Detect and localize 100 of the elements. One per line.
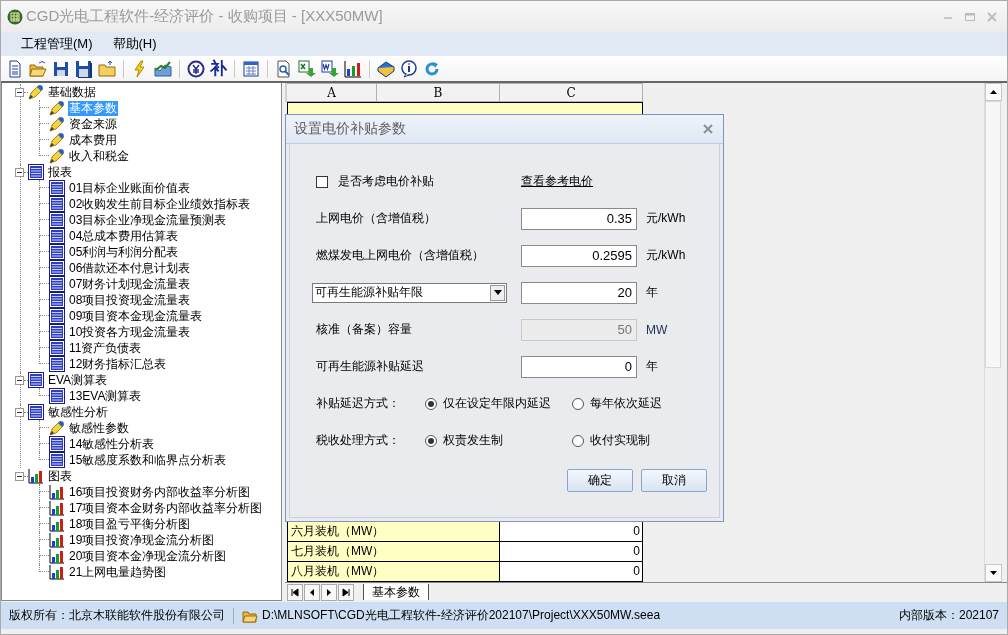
refresh-icon[interactable] [423, 59, 441, 78]
bar-chart-icon [49, 532, 65, 548]
scroll-down-icon[interactable] [985, 564, 1002, 582]
last-sheet-icon[interactable] [338, 583, 354, 601]
tree-item[interactable]: 19项目投资净现金流分析图 [68, 532, 216, 548]
first-sheet-icon[interactable] [287, 583, 303, 601]
input-field[interactable]: 0.35 [521, 207, 637, 230]
table-icon [49, 180, 65, 196]
menu-item[interactable]: 帮助(H) [112, 35, 157, 53]
radio-button[interactable] [572, 434, 584, 447]
tree-item[interactable]: 10投资各方现金流量表 [68, 324, 192, 340]
tree-item[interactable]: 09项目资本金现金流量表 [68, 308, 204, 324]
tree-item[interactable]: 07财务计划现金流量表 [68, 276, 192, 292]
tree-item[interactable]: 成本费用 [68, 132, 118, 148]
close-icon[interactable] [703, 124, 713, 134]
tree-item[interactable]: EVA测算表 [47, 372, 109, 388]
checkbox[interactable] [316, 175, 328, 188]
tree-item[interactable]: 16项目投资财务内部收益率分析图 [68, 484, 252, 500]
table-icon [49, 196, 65, 212]
tree-item[interactable]: 01目标企业账面价值表 [68, 180, 192, 196]
pencil-icon [28, 84, 44, 100]
table-cell: 0 [500, 522, 643, 542]
chart-arrow-icon[interactable] [154, 59, 172, 78]
folder-icon[interactable] [98, 59, 116, 78]
tree-item[interactable]: 17项目资本金财务内部收益率分析图 [68, 500, 264, 516]
tree-item[interactable]: 03目标企业净现金流量预测表 [68, 212, 228, 228]
magnifier-document-icon[interactable] [275, 59, 293, 78]
tree-item[interactable]: 05利润与利润分配表 [68, 244, 180, 260]
subsidy-button[interactable]: 补 [210, 59, 227, 78]
next-sheet-icon[interactable] [321, 583, 337, 601]
label-dropdown[interactable]: 可再生能源补贴年限 [312, 282, 507, 303]
document-icon[interactable] [6, 59, 24, 78]
input-field[interactable]: 20 [521, 281, 637, 304]
tree-item[interactable]: 04总成本费用估算表 [68, 228, 180, 244]
bar-chart-icon [49, 564, 65, 580]
collapse-toggle[interactable] [15, 407, 24, 417]
collapse-toggle[interactable] [15, 375, 24, 385]
yen-coin-icon[interactable] [187, 59, 205, 78]
bar-chart-icon [49, 500, 65, 516]
radio-button[interactable] [425, 434, 437, 447]
tree-item[interactable]: 12财务指标汇总表 [68, 356, 168, 372]
table-cell: 八月装机（MW） [287, 562, 500, 582]
tree-item[interactable]: 06借款还本付息计划表 [68, 260, 192, 276]
input-field[interactable]: 0.2595 [521, 244, 637, 267]
table-icon [49, 212, 65, 228]
table-icon [28, 372, 44, 388]
tree-item[interactable]: 02收购发生前目标企业绩效指标表 [68, 196, 252, 212]
info-icon[interactable] [400, 59, 418, 78]
tree-item[interactable]: 21上网电量趋势图 [68, 564, 168, 580]
file-path-text: D:\MLNSOFT\CGD光电工程软件-经济评价202107\Project\XXX50MW.seea [262, 607, 661, 624]
tree-item[interactable]: 11资产负债表 [68, 340, 143, 356]
save-all-icon[interactable] [75, 59, 93, 78]
bar-chart-icon[interactable] [344, 59, 362, 78]
pencil-icon [49, 148, 65, 164]
pencil-icon [49, 132, 65, 148]
radio-label: 每年依次延迟 [590, 395, 662, 412]
table-icon [49, 260, 65, 276]
radio-label: 权责发生制 [443, 432, 503, 449]
tree-item[interactable]: 报表 [47, 164, 73, 180]
radio-label: 仅在设定年限内延迟 [443, 395, 551, 412]
book-icon[interactable] [377, 59, 395, 78]
cancel-button[interactable]: 取消 [641, 469, 707, 492]
reference-price-link[interactable]: 查看参考电价 [521, 173, 593, 190]
table-icon [49, 324, 65, 340]
tree-item[interactable]: 敏感性分析 [47, 404, 109, 420]
menu-item[interactable]: 工程管理(M) [21, 35, 93, 53]
save-icon[interactable] [52, 59, 70, 78]
scroll-up-icon[interactable] [985, 83, 1002, 101]
table-icon [49, 276, 65, 292]
spreadsheet-export-icon[interactable] [298, 59, 316, 78]
previous-sheet-icon[interactable] [304, 583, 320, 601]
ok-button[interactable]: 确定 [567, 469, 633, 492]
tree-item[interactable]: 18项目盈亏平衡分析图 [68, 516, 192, 532]
tree-item[interactable]: 收入和税金 [68, 148, 130, 164]
checkbox-label: 是否考虑电价补贴 [338, 173, 434, 190]
tree-item[interactable]: 14敏感性分析表 [68, 436, 156, 452]
tree-item[interactable]: 资金来源 [68, 116, 118, 132]
sheet-tab[interactable]: 基本参数 [363, 584, 429, 600]
tree-item[interactable]: 20项目资本金净现金流分析图 [68, 548, 228, 564]
table-icon [49, 292, 65, 308]
collapse-toggle[interactable] [15, 167, 24, 177]
radio-button[interactable] [425, 397, 437, 410]
unit-label: 元/kWh [646, 247, 686, 264]
vertical-scrollbar[interactable] [984, 83, 1001, 582]
collapse-toggle[interactable] [15, 471, 24, 481]
tree-item[interactable]: 08项目投资现金流量表 [68, 292, 192, 308]
collapse-toggle[interactable] [15, 87, 24, 97]
radio-button[interactable] [572, 397, 584, 410]
dialog-title: 设置电价补贴参数 [294, 120, 406, 138]
input-field[interactable]: 0 [521, 355, 637, 378]
table-icon [49, 228, 65, 244]
tree-item[interactable]: 图表 [47, 468, 73, 484]
tree-item[interactable]: 15敏感度系数和临界点分析表 [68, 452, 228, 468]
open-folder-icon[interactable] [29, 59, 47, 78]
tree-item[interactable]: 13EVA测算表 [68, 388, 143, 404]
copyright-text: 版权所有：北京木联能软件股份有限公司 [9, 607, 225, 624]
document-export-icon[interactable] [321, 59, 339, 78]
tree-item[interactable]: 敏感性参数 [68, 420, 130, 436]
tree-item[interactable]: 基础数据 [47, 84, 97, 100]
calendar-icon[interactable] [242, 59, 260, 78]
